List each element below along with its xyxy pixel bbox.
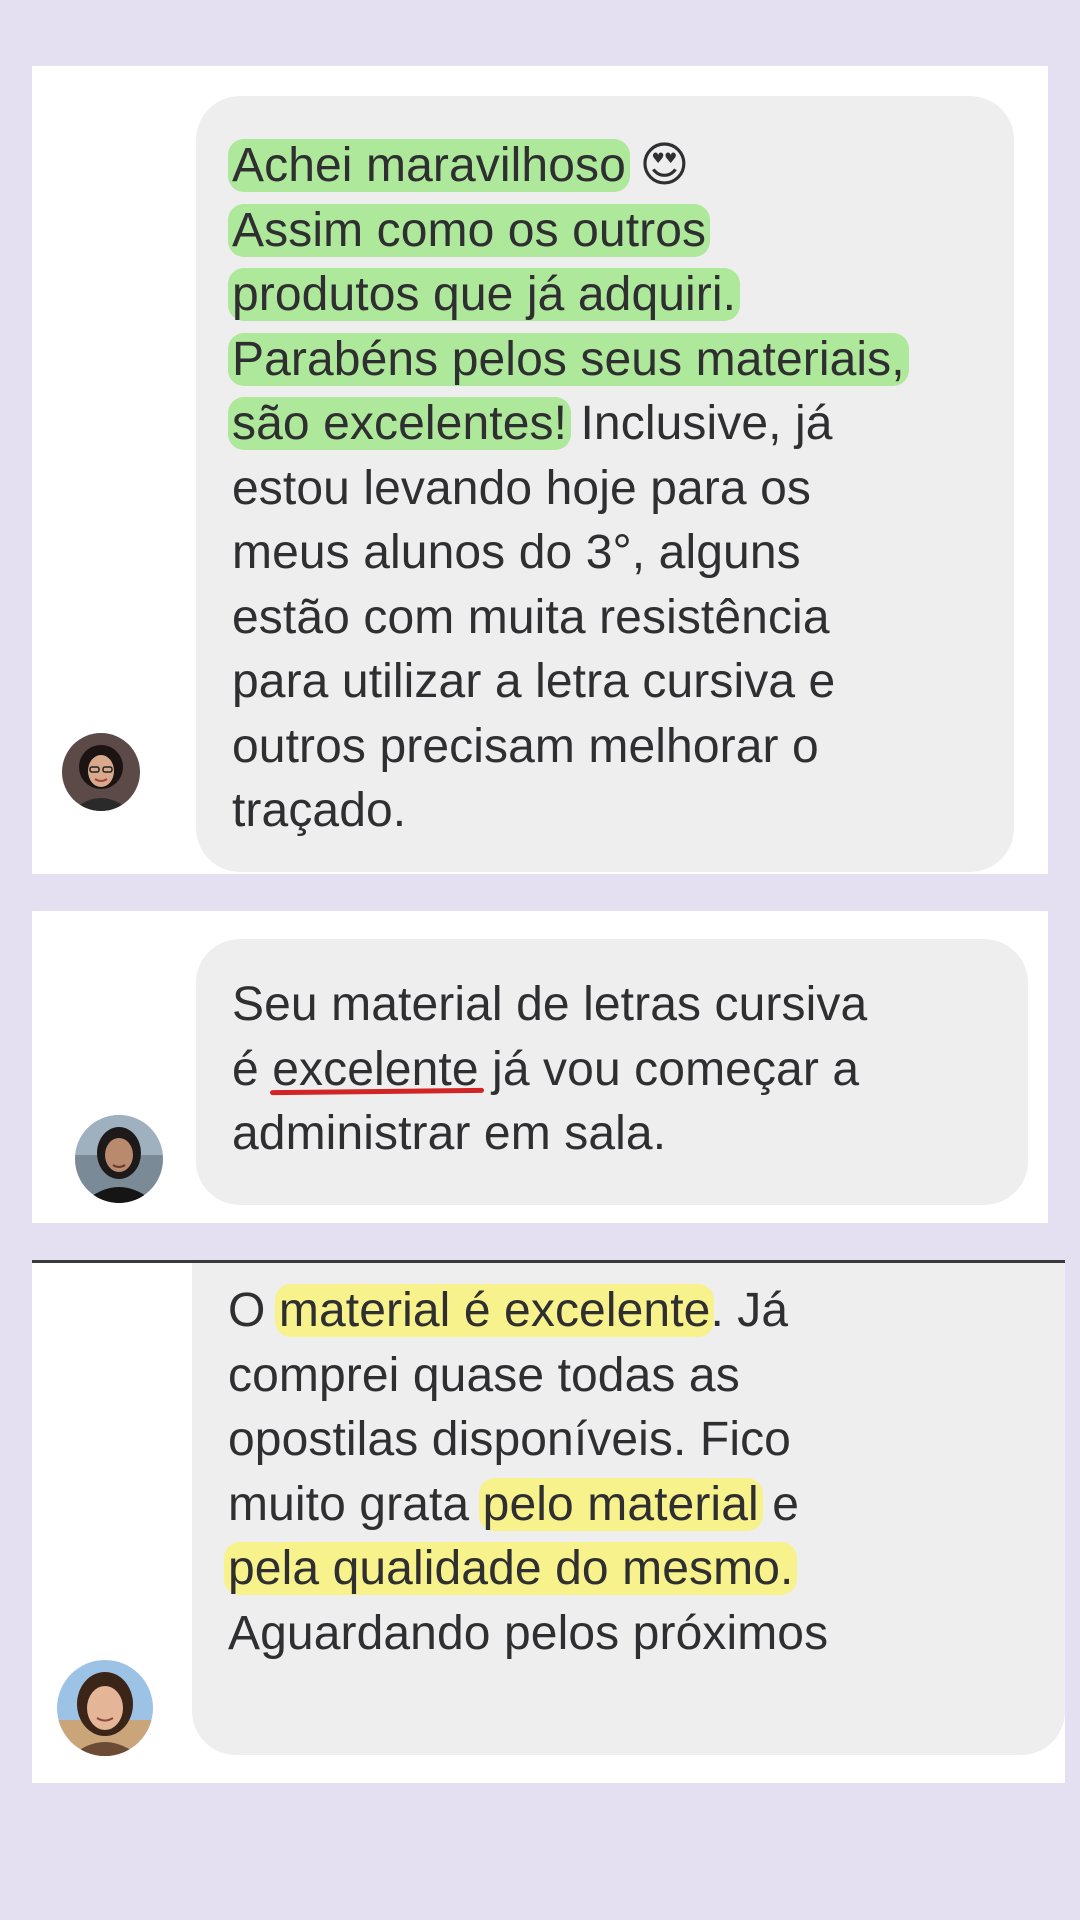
message-text: e: [758, 1477, 799, 1531]
highlight-green: Parabéns pelos seus materiais,: [228, 332, 909, 386]
message-1-line-5: são excelentes! Inclusive, já: [228, 392, 1014, 457]
message-1-line-6: estou levando hoje para os: [232, 461, 812, 515]
highlight-green: Assim como os outros: [228, 203, 711, 257]
message-1-line-10: outros precisam melhorar o: [232, 719, 819, 773]
message-3-line-5: pela qualidade do mesmo.: [224, 1537, 1065, 1602]
message-1-line-11: traçado.: [232, 784, 407, 837]
message-3-line-2: comprei quase todas as: [228, 1348, 740, 1402]
message-bubble-3: O material é excelente. Já comprei quase…: [192, 1263, 1065, 1755]
message-text: muito grata: [228, 1477, 483, 1531]
highlight-yellow: pela qualidade do mesmo.: [224, 1542, 798, 1595]
highlight-green: Achei maravilhoso: [228, 139, 630, 192]
message-1-line-3: produtos que já adquiri.: [228, 263, 1014, 328]
message-1-line-9: para utilizar a letra cursiva e: [232, 655, 836, 708]
message-2-line-2: é excelente já vou começar a: [232, 1038, 1028, 1103]
message-1-line-2: Assim como os outros: [228, 199, 1014, 264]
message-text: é: [232, 1042, 273, 1096]
message-1-line-4: Parabéns pelos seus materiais,: [228, 328, 1014, 393]
testimonial-card-3: O material é excelente. Já comprei quase…: [32, 1263, 1065, 1783]
message-1-line-1: Achei maravilhoso 😍: [228, 134, 1014, 199]
message-3-line-4: muito grata pelo material e: [228, 1473, 1065, 1538]
highlight-green: são excelentes!: [228, 397, 572, 450]
message-bubble-1: Achei maravilhoso 😍 Assim como os outros…: [196, 96, 1014, 872]
message-1-line-7: meus alunos do 3°, alguns: [232, 526, 801, 579]
message-2-line-1: Seu material de letras cursiva: [232, 978, 868, 1031]
user-avatar-2: [75, 1115, 163, 1203]
user-avatar-1: [62, 733, 140, 811]
testimonial-card-1: Achei maravilhoso 😍 Assim como os outros…: [32, 66, 1048, 874]
message-3-line-6: Aguardando pelos próximos: [228, 1606, 829, 1660]
message-bubble-2: Seu material de letras cursiva é excelen…: [196, 939, 1028, 1205]
message-1-line-8: estão com muita resistência: [232, 590, 830, 644]
red-underline: excelente: [272, 1042, 479, 1096]
message-text: O: [228, 1284, 279, 1337]
highlight-yellow: material é excelente: [274, 1284, 715, 1337]
testimonial-card-2: Seu material de letras cursiva é excelen…: [32, 911, 1048, 1223]
message-text: Inclusive, já: [567, 397, 833, 450]
message-3-line-3: opostilas disponíveis. Fico: [228, 1413, 791, 1466]
highlight-green: produtos que já adquiri.: [228, 268, 741, 321]
message-text: já vou começar a: [478, 1042, 860, 1096]
message-2-line-3: administrar em sala.: [232, 1107, 667, 1160]
highlight-yellow: pelo material: [478, 1477, 763, 1531]
message-text: . Já: [710, 1284, 789, 1337]
user-avatar-3: [57, 1660, 153, 1756]
message-3-line-1: O material é excelente. Já: [228, 1279, 1065, 1344]
heart-eyes-emoji: 😍: [625, 139, 690, 192]
